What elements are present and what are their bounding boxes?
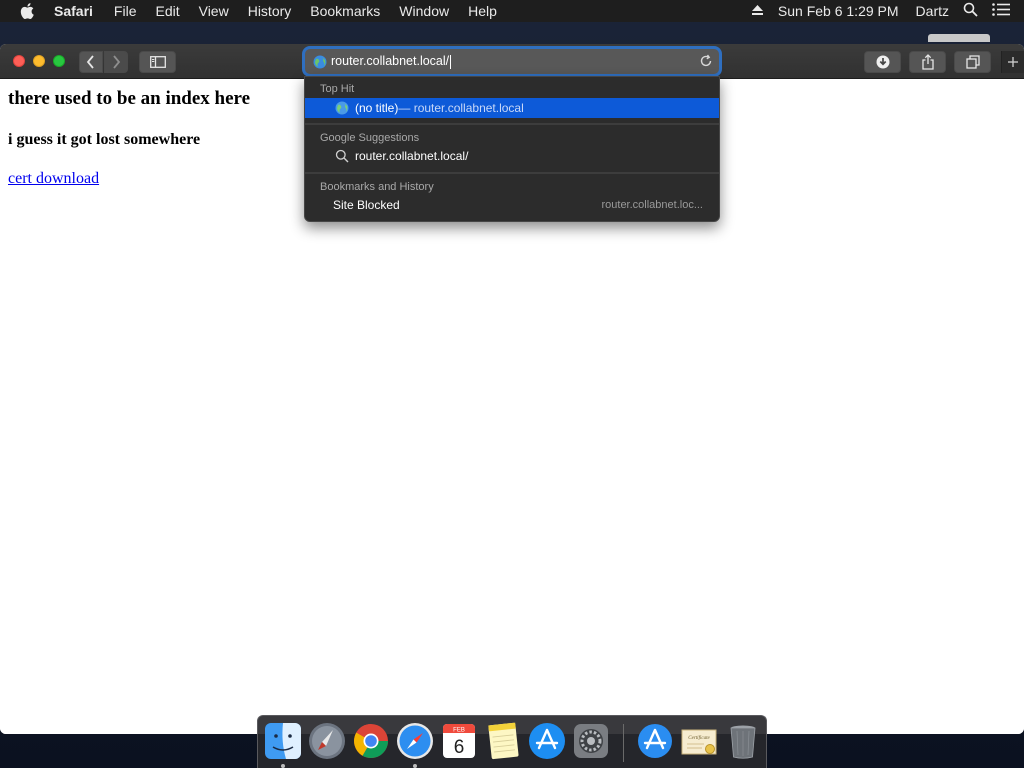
reload-icon[interactable] bbox=[699, 54, 713, 68]
forward-icon bbox=[113, 55, 121, 69]
notes-icon[interactable] bbox=[484, 722, 522, 760]
launchpad-icon[interactable] bbox=[308, 722, 346, 760]
back-icon bbox=[86, 55, 94, 69]
svg-text:Certificate: Certificate bbox=[688, 736, 710, 741]
calendar-day: 6 bbox=[454, 737, 465, 758]
menu-file[interactable]: File bbox=[114, 0, 137, 22]
globe-icon bbox=[313, 55, 327, 68]
section-title-top-hit: Top Hit bbox=[320, 83, 355, 95]
running-indicator bbox=[281, 764, 285, 768]
share-icon bbox=[921, 54, 934, 70]
suggestion-url: — router.collabnet.local bbox=[398, 101, 524, 115]
dock: FEB 6 Certificate bbox=[257, 715, 767, 768]
menu-view[interactable]: View bbox=[199, 0, 229, 22]
share-button[interactable] bbox=[909, 51, 946, 73]
address-bar[interactable]: router.collabnet.local/ bbox=[305, 49, 719, 74]
search-icon bbox=[335, 149, 349, 163]
applications-folder-icon[interactable] bbox=[636, 722, 674, 760]
chrome-icon[interactable] bbox=[352, 722, 390, 760]
tab-overview-button[interactable] bbox=[954, 51, 991, 73]
menu-app-safari[interactable]: Safari bbox=[54, 0, 93, 22]
divider bbox=[305, 172, 719, 174]
app-store-icon[interactable] bbox=[528, 722, 566, 760]
bookmark-title: Site Blocked bbox=[333, 198, 400, 212]
back-button[interactable] bbox=[79, 51, 103, 73]
menubar-user[interactable]: Dartz bbox=[916, 3, 949, 19]
system-preferences-icon[interactable] bbox=[572, 722, 610, 760]
page-heading: there used to be an index here bbox=[8, 88, 251, 109]
menubar-clock[interactable]: Sun Feb 6 1:29 PM bbox=[778, 3, 899, 19]
toolbar: router.collabnet.local/ bbox=[0, 44, 1024, 79]
menu-history[interactable]: History bbox=[248, 0, 292, 22]
google-suggestion-text: router.collabnet.local/ bbox=[355, 149, 469, 163]
new-tab-icon bbox=[1008, 57, 1018, 67]
menu-window[interactable]: Window bbox=[399, 0, 449, 22]
menu-bookmarks[interactable]: Bookmarks bbox=[310, 0, 380, 22]
suggestion-top-hit[interactable]: (no title) — router.collabnet.local bbox=[305, 98, 719, 118]
menu-edit[interactable]: Edit bbox=[155, 0, 179, 22]
cert-download-link[interactable]: cert download bbox=[8, 170, 99, 188]
running-indicator bbox=[413, 764, 417, 768]
url-input[interactable]: router.collabnet.local/ bbox=[331, 54, 452, 69]
section-title-bookmarks-history: Bookmarks and History bbox=[320, 181, 434, 193]
downloads-button[interactable] bbox=[864, 51, 901, 73]
page-subheading: i guess it got lost somewhere bbox=[8, 131, 201, 148]
globe-icon bbox=[335, 101, 349, 115]
safari-icon[interactable] bbox=[396, 722, 434, 760]
close-window-button[interactable] bbox=[13, 55, 25, 67]
sidebar-button[interactable] bbox=[139, 51, 176, 73]
address-autocomplete-dropdown: Top Hit (no title) — router.collabnet.lo… bbox=[304, 76, 720, 222]
download-icon bbox=[876, 55, 889, 69]
spotlight-search-icon[interactable] bbox=[963, 2, 978, 20]
sidebar-icon bbox=[149, 56, 166, 68]
tabs-overview-icon bbox=[965, 55, 980, 69]
calendar-month: FEB bbox=[453, 728, 465, 734]
notification-center-icon[interactable] bbox=[992, 3, 1010, 19]
bookmark-url: router.collabnet.loc... bbox=[601, 199, 703, 211]
section-title-google: Google Suggestions bbox=[320, 132, 420, 144]
background-window-edge bbox=[928, 34, 990, 42]
calendar-icon[interactable]: FEB 6 bbox=[440, 722, 478, 760]
suggestion-bookmark[interactable]: Site Blocked router.collabnet.loc... bbox=[305, 195, 719, 215]
suggestion-google[interactable]: router.collabnet.local/ bbox=[305, 146, 719, 166]
suggestion-title: (no title) bbox=[355, 101, 399, 115]
menu-bar: Safari File Edit View History Bookmarks … bbox=[0, 0, 1024, 22]
dock-divider bbox=[623, 724, 624, 762]
zoom-window-button[interactable] bbox=[53, 55, 65, 67]
certificate-icon[interactable]: Certificate bbox=[680, 722, 718, 760]
minimize-window-button[interactable] bbox=[33, 55, 45, 67]
trash-icon[interactable] bbox=[724, 722, 762, 760]
menu-help[interactable]: Help bbox=[468, 0, 497, 22]
new-tab-button[interactable] bbox=[1001, 51, 1024, 73]
forward-button[interactable] bbox=[104, 51, 128, 73]
eject-icon[interactable] bbox=[751, 3, 764, 19]
divider bbox=[305, 123, 719, 125]
finder-icon[interactable] bbox=[264, 722, 302, 760]
apple-icon[interactable] bbox=[20, 0, 40, 22]
